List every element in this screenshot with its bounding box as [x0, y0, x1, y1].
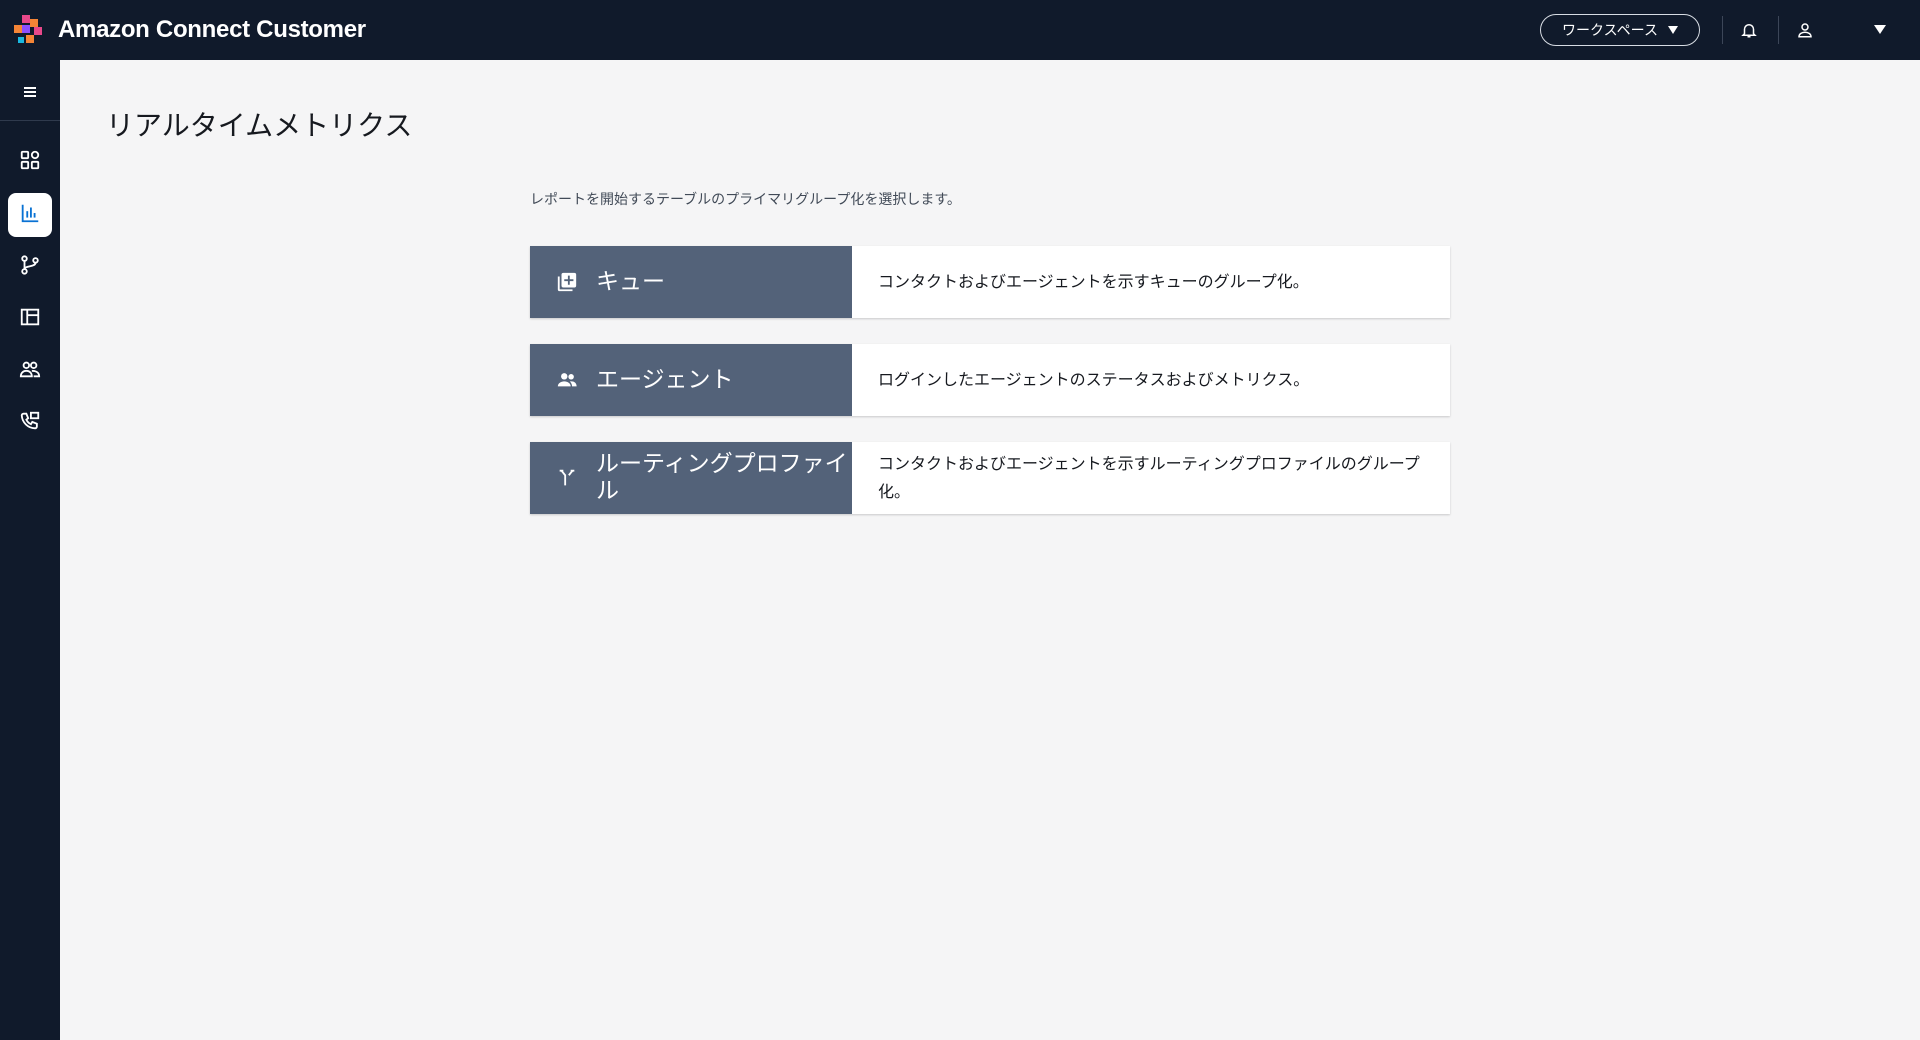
- bell-icon[interactable]: [1737, 18, 1761, 42]
- option-card-routing-profiles[interactable]: ルーティングプロファイル コンタクトおよびエージェントを示すルーティングプロファ…: [530, 442, 1450, 514]
- option-label: キュー: [596, 268, 665, 295]
- header-divider: [1722, 16, 1723, 44]
- option-card-header: キュー: [530, 246, 852, 318]
- phone-contact-icon: [19, 410, 41, 436]
- workspace-dropdown-button[interactable]: ワークスペース: [1540, 14, 1700, 46]
- user-profile-icon[interactable]: [1793, 18, 1817, 42]
- instruction-text: レポートを開始するテーブルのプライマリグループ化を選択します。: [530, 192, 961, 208]
- sidebar-item-metrics[interactable]: [8, 193, 52, 237]
- option-label: ルーティングプロファイル: [596, 451, 848, 504]
- users-icon: [19, 358, 41, 384]
- option-card-queues[interactable]: キュー コンタクトおよびエージェントを示すキューのグループ化。: [530, 246, 1450, 318]
- sidebar-item-routing[interactable]: [8, 245, 52, 289]
- caret-down-icon: [1667, 26, 1678, 34]
- option-card-header: ルーティングプロファイル: [530, 442, 852, 514]
- hamburger-menu-icon[interactable]: [18, 80, 42, 104]
- account-menu-caret-icon[interactable]: [1874, 25, 1886, 34]
- sidebar-item-dashboard[interactable]: [8, 140, 52, 184]
- option-label: エージェント: [596, 366, 734, 393]
- option-description: コンタクトおよびエージェントを示すキューのグループ化。: [878, 272, 1309, 291]
- workspace-label: ワークスペース: [1562, 22, 1658, 38]
- option-description: コンタクトおよびエージェントを示すルーティングプロファイルのグループ化。: [878, 454, 1420, 501]
- sidebar-item-tables[interactable]: [8, 297, 52, 341]
- option-card-agents[interactable]: エージェント ログインしたエージェントのステータスおよびメトリクス。: [530, 344, 1450, 416]
- option-card-header: エージェント: [530, 344, 852, 416]
- agents-icon: [556, 369, 578, 391]
- header-divider: [1778, 16, 1779, 44]
- sidebar-item-contacts[interactable]: [8, 401, 52, 445]
- sidebar-item-users[interactable]: [8, 349, 52, 393]
- app-title: Amazon Connect Customer: [58, 16, 366, 43]
- queue-add-icon: [556, 271, 578, 293]
- bar-chart-icon: [19, 202, 41, 228]
- main-content: リアルタイムメトリクス レポートを開始するテーブルのプライマリグループ化を選択し…: [60, 60, 1920, 1040]
- table-icon: [19, 306, 41, 332]
- option-description: ログインしたエージェントのステータスおよびメトリクス。: [878, 370, 1310, 389]
- dashboard-icon: [19, 149, 41, 175]
- routing-icon: [19, 254, 41, 280]
- amazon-connect-logo-icon: [14, 15, 46, 45]
- page-title: リアルタイムメトリクス: [106, 109, 413, 142]
- top-header: Amazon Connect Customer ワークスペース: [0, 0, 1920, 60]
- left-sidebar: [0, 60, 60, 1040]
- routing-merge-icon: [556, 467, 578, 489]
- sidebar-divider: [0, 120, 60, 121]
